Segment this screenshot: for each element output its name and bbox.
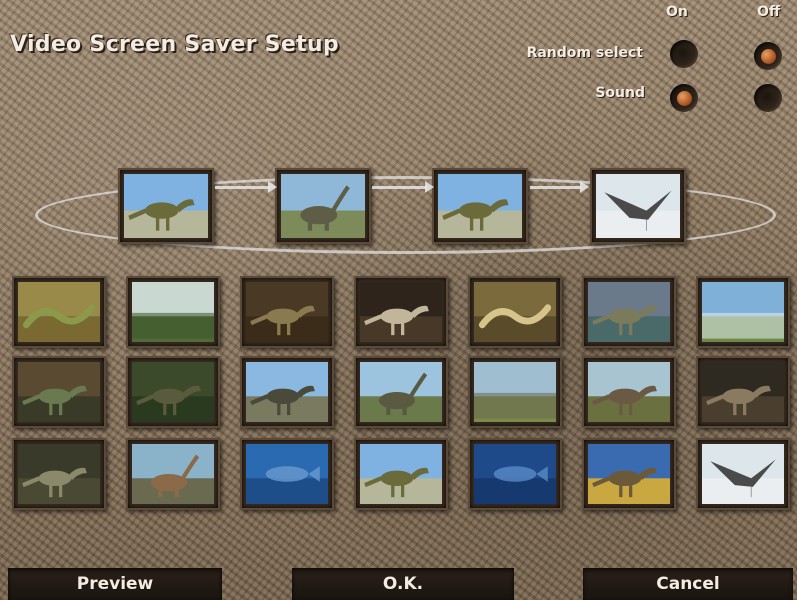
clip-thumbnail — [474, 444, 556, 504]
clip-tile[interactable] — [12, 438, 106, 510]
clip-tile[interactable] — [240, 276, 334, 348]
clip-thumbnail — [588, 444, 670, 504]
clip-thumbnail — [246, 444, 328, 504]
clip-thumbnail — [132, 444, 214, 504]
sequence-clip[interactable] — [118, 168, 214, 244]
clip-tile[interactable] — [582, 276, 676, 348]
random-select-off-toggle[interactable] — [754, 42, 782, 70]
clip-thumbnail — [18, 444, 100, 504]
clip-tile[interactable] — [354, 356, 448, 428]
clip-thumbnail — [474, 362, 556, 422]
clip-thumbnail — [281, 174, 365, 238]
clip-tile[interactable] — [468, 438, 562, 510]
clip-thumbnail — [246, 282, 328, 342]
sound-off-toggle[interactable] — [754, 84, 782, 112]
clip-thumbnail — [124, 174, 208, 238]
sequence-clip[interactable] — [590, 168, 686, 244]
clip-thumbnail — [438, 174, 522, 238]
clip-tile[interactable] — [240, 438, 334, 510]
random-select-on-toggle[interactable] — [670, 40, 698, 68]
clip-tile[interactable] — [696, 438, 790, 510]
clip-tile[interactable] — [354, 276, 448, 348]
clip-tile[interactable] — [12, 276, 106, 348]
clip-tile[interactable] — [696, 276, 790, 348]
clip-tile[interactable] — [126, 356, 220, 428]
clip-thumbnail — [246, 362, 328, 422]
clip-thumbnail — [702, 362, 784, 422]
clip-thumbnail — [360, 362, 442, 422]
off-column-label: Off — [757, 4, 781, 20]
clip-tile[interactable] — [468, 356, 562, 428]
clip-thumbnail — [132, 362, 214, 422]
clip-thumbnail — [474, 282, 556, 342]
clip-tile[interactable] — [126, 276, 220, 348]
sequence-arrow — [372, 181, 434, 193]
sequence-arrow — [215, 181, 277, 193]
clip-thumbnail — [596, 174, 680, 238]
clip-tile[interactable] — [582, 438, 676, 510]
clip-tile[interactable] — [126, 438, 220, 510]
clip-tile[interactable] — [354, 438, 448, 510]
page-title: Video Screen Saver Setup — [10, 32, 339, 57]
sequence-clip[interactable] — [275, 168, 371, 244]
clip-tile[interactable] — [582, 356, 676, 428]
clip-thumbnail — [18, 362, 100, 422]
clip-thumbnail — [360, 282, 442, 342]
on-column-label: On — [666, 4, 688, 20]
clip-thumbnail — [132, 282, 214, 342]
sound-label: Sound — [595, 85, 645, 101]
rock-background: Video Screen Saver Setup On Off Random s… — [0, 0, 797, 600]
clip-tile[interactable] — [12, 356, 106, 428]
cancel-button[interactable]: Cancel — [583, 568, 793, 600]
random-select-label: Random select — [526, 45, 643, 61]
preview-button[interactable]: Preview — [8, 568, 222, 600]
clip-tile[interactable] — [468, 276, 562, 348]
clip-thumbnail — [702, 444, 784, 504]
sequence-clip[interactable] — [432, 168, 528, 244]
ok-button[interactable]: O.K. — [292, 568, 514, 600]
clip-tile[interactable] — [696, 356, 790, 428]
sound-on-toggle[interactable] — [670, 84, 698, 112]
sequence-arrow — [530, 181, 589, 193]
clip-thumbnail — [702, 282, 784, 342]
clip-thumbnail — [588, 282, 670, 342]
clip-thumbnail — [18, 282, 100, 342]
clip-thumbnail — [360, 444, 442, 504]
clip-tile[interactable] — [240, 356, 334, 428]
clip-thumbnail — [588, 362, 670, 422]
